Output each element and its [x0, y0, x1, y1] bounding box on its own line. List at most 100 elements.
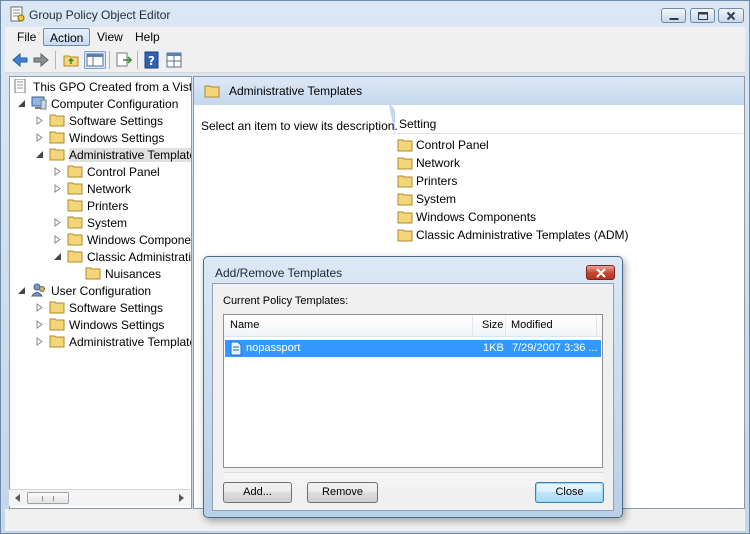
list-item-label: Printers [416, 174, 458, 188]
tree-label: Network [87, 182, 132, 196]
back-arrow-icon[interactable] [11, 51, 29, 69]
tree-label: Administrative Templates [69, 148, 191, 162]
show-hide-tree-icon [86, 53, 104, 67]
scroll-right-arrow-icon[interactable] [173, 490, 189, 506]
templates-list[interactable]: Name Size Modified nopassport 1KB 7/29/2… [223, 314, 603, 468]
expand-arrow-icon[interactable] [53, 235, 62, 244]
folder-icon [49, 114, 65, 127]
collapse-arrow-icon[interactable] [17, 99, 26, 108]
expand-arrow-icon[interactable] [35, 337, 44, 346]
setting-column-header[interactable]: Setting [392, 115, 743, 134]
tree-label: Software Settings [69, 114, 164, 128]
svg-text:?: ? [148, 54, 155, 68]
computer-icon [31, 96, 47, 110]
collapse-arrow-icon[interactable] [35, 150, 44, 159]
menu-help[interactable]: Help [129, 28, 166, 46]
list-item-label: Classic Administrative Templates (ADM) [416, 228, 629, 242]
folder-icon [204, 85, 220, 98]
menu-action[interactable]: Action [43, 28, 91, 46]
tree-label: Windows Settings [69, 131, 165, 145]
forward-arrow-icon[interactable] [32, 51, 50, 69]
tree-label: Nuisances [105, 267, 162, 281]
table-row[interactable]: nopassport 1KB 7/29/2007 3:36 ... [225, 340, 601, 357]
expand-arrow-icon[interactable] [35, 116, 44, 125]
users-icon [31, 283, 45, 297]
folder-icon [397, 193, 413, 206]
tree-label: Windows Settings [69, 318, 165, 332]
tree-label: Control Panel [87, 165, 160, 179]
column-divider[interactable] [505, 316, 506, 336]
properties-icon[interactable] [165, 51, 183, 69]
column-modified[interactable]: Modified [511, 319, 553, 331]
row-name: nopassport [246, 342, 301, 354]
current-templates-label: Current Policy Templates: [223, 295, 349, 307]
tree-horizontal-scrollbar[interactable] [9, 489, 190, 506]
window-title: Group Policy Object Editor [29, 8, 171, 22]
row-size: 1KB [483, 342, 504, 354]
menu-view[interactable]: View [91, 28, 129, 46]
folder-icon [397, 175, 413, 188]
folder-icon [397, 229, 413, 242]
toolbar: ? [5, 47, 745, 73]
minimize-button[interactable] [661, 8, 686, 23]
collapse-arrow-icon[interactable] [53, 252, 62, 261]
menu-file[interactable]: File [11, 28, 42, 46]
maximize-icon [697, 11, 708, 20]
toolbar-separator [109, 51, 110, 69]
expand-arrow-icon[interactable] [35, 320, 44, 329]
gpo-document-icon [14, 79, 26, 93]
title-bar[interactable]: Group Policy Object Editor [1, 1, 749, 27]
dialog-body: Current Policy Templates: Name Size Modi… [212, 283, 614, 511]
toolbar-separator [137, 51, 138, 69]
collapse-arrow-icon[interactable] [17, 286, 26, 295]
expand-arrow-icon[interactable] [53, 218, 62, 227]
list-item-label: Windows Components [416, 210, 537, 224]
column-name[interactable]: Name [230, 319, 259, 331]
help-icon[interactable]: ? [143, 51, 161, 69]
toolbar-separator [55, 51, 56, 69]
list-item-label: Network [416, 156, 461, 170]
dialog-close-button[interactable] [586, 265, 615, 280]
scroll-left-arrow-icon[interactable] [10, 490, 26, 506]
minimize-icon [669, 17, 678, 20]
templates-list-header: Name Size Modified [224, 315, 602, 337]
export-list-icon[interactable] [115, 51, 133, 69]
menu-bar: File Action View Help [5, 27, 745, 47]
tree-label: Administrative Templates [69, 335, 192, 349]
folder-icon [67, 199, 83, 212]
scrollbar-thumb[interactable] [27, 492, 69, 504]
details-header-title: Administrative Templates [229, 84, 363, 98]
setting-column-label: Setting [399, 117, 437, 131]
gpo-app-icon [10, 6, 25, 22]
show-hide-tree-button[interactable] [84, 51, 106, 69]
expand-arrow-icon[interactable] [35, 303, 44, 312]
folder-icon [49, 131, 65, 144]
column-size[interactable]: Size [482, 319, 503, 331]
description-text: Select an item to view its description. [201, 119, 398, 133]
folder-icon [85, 267, 101, 280]
expand-arrow-icon[interactable] [53, 167, 62, 176]
folder-icon [49, 318, 65, 331]
tree-label: Printers [87, 199, 129, 213]
folder-icon [397, 157, 413, 170]
add-button[interactable]: Add... [223, 482, 292, 503]
folder-icon [49, 335, 65, 348]
expand-arrow-icon[interactable] [53, 184, 62, 193]
close-button[interactable]: Close [535, 482, 604, 503]
folder-icon [67, 182, 83, 195]
column-divider[interactable] [596, 316, 597, 336]
close-window-button[interactable] [718, 8, 744, 23]
tree-pane[interactable]: This GPO Created from a Vista M Computer… [9, 76, 192, 509]
up-folder-icon[interactable] [62, 51, 80, 69]
tree-label: Classic Administrative Templates [87, 250, 192, 264]
remove-button[interactable]: Remove [307, 482, 378, 503]
close-icon [596, 268, 606, 278]
row-modified: 7/29/2007 3:36 ... [512, 342, 598, 354]
folder-icon [397, 139, 413, 152]
column-divider[interactable] [472, 316, 473, 336]
template-file-icon [230, 341, 242, 356]
maximize-button[interactable] [690, 8, 715, 23]
folder-icon [67, 233, 83, 246]
folder-icon [49, 301, 65, 314]
expand-arrow-icon[interactable] [35, 133, 44, 142]
